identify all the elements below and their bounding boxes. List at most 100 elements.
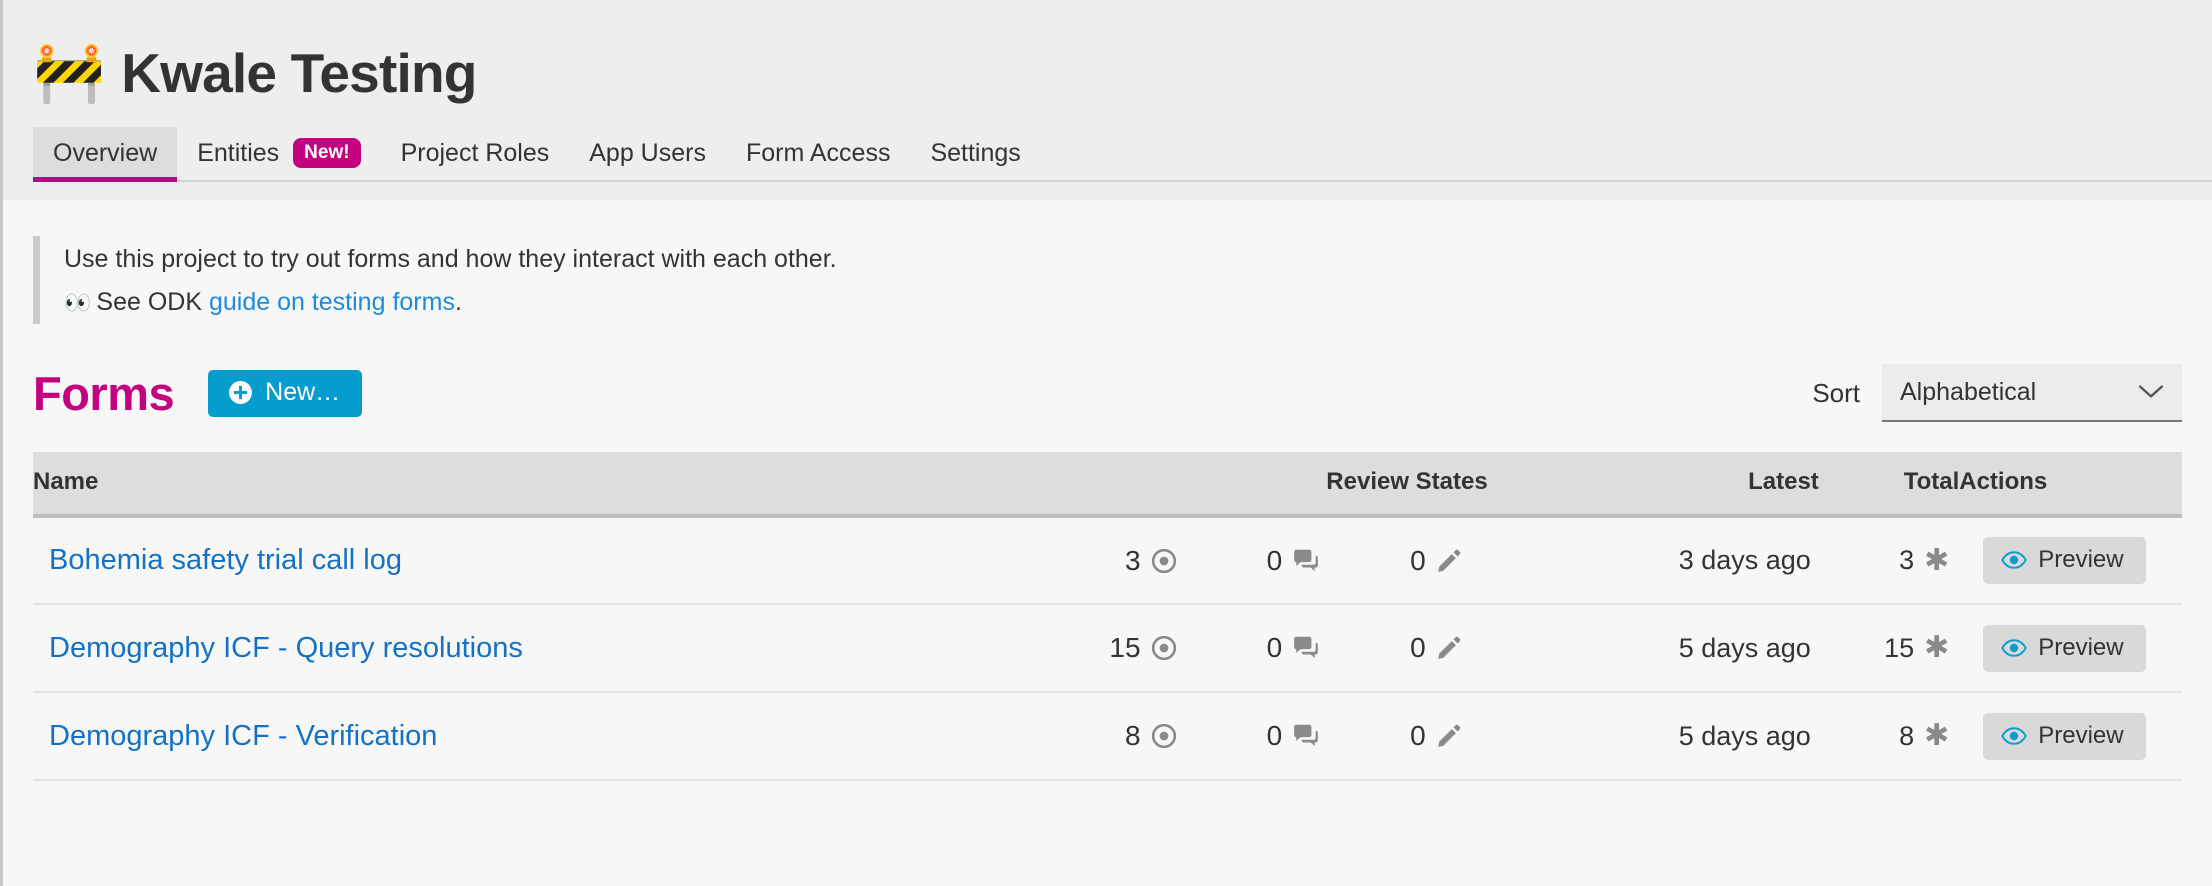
- page-content: Use this project to try out forms and ho…: [3, 236, 2212, 781]
- sort-control: Sort Alphabetical: [1812, 364, 2182, 422]
- plus-circle-icon: [228, 380, 253, 405]
- total-count: 8: [1899, 720, 1915, 751]
- received-count: 15: [1109, 632, 1141, 663]
- pencil-icon: [1436, 548, 1462, 574]
- banner-line-2-prefix: See ODK: [96, 288, 209, 316]
- tab-settings[interactable]: Settings: [910, 127, 1040, 182]
- preview-button[interactable]: Preview: [1983, 712, 2146, 760]
- project-title-row: 🚧 Kwale Testing: [3, 0, 2212, 120]
- sort-select[interactable]: Alphabetical: [1882, 364, 2182, 422]
- eye-icon: [2001, 550, 2028, 570]
- total-cell: 8 ✱: [1818, 692, 1960, 781]
- received-count: 3: [1124, 544, 1141, 576]
- total-count: 15: [1884, 632, 1915, 663]
- review-states-cell: 8 0 0: [885, 692, 1488, 781]
- dot-circle-icon: [1151, 723, 1177, 749]
- tab-form-access[interactable]: Form Access: [726, 127, 910, 182]
- dot-circle-icon: [1151, 635, 1177, 661]
- column-header-actions: Actions: [1959, 452, 2182, 518]
- form-name-cell: Bohemia safety trial call log: [33, 516, 886, 605]
- tab-project-roles[interactable]: Project Roles: [381, 127, 570, 182]
- total-cell: 15 ✱: [1818, 604, 1960, 693]
- form-link[interactable]: Demography ICF - Verification: [49, 720, 437, 752]
- new-badge: New!: [293, 138, 361, 168]
- actions-cell: Preview: [1959, 692, 2182, 781]
- tab-project-roles-label: Project Roles: [400, 139, 550, 167]
- dot-circle-icon: [1151, 548, 1177, 574]
- table-header-row: Name Review States Latest Total Actions: [33, 452, 2182, 518]
- has-issues-count: 0: [1266, 544, 1283, 576]
- new-form-button-label: New…: [265, 377, 341, 406]
- review-states-cell: 15 0 0: [885, 604, 1488, 693]
- asterisk-icon: ✱: [1924, 543, 1950, 577]
- chevron-down-icon: [2138, 384, 2164, 400]
- form-name-cell: Demography ICF - Verification: [33, 692, 886, 781]
- table-row: Demography ICF - Verification 8 0 0 5 da…: [33, 692, 2182, 781]
- tab-app-users[interactable]: App Users: [569, 127, 726, 182]
- preview-button-label: Preview: [2038, 633, 2124, 661]
- eye-icon: [2001, 726, 2028, 746]
- preview-button-label: Preview: [2038, 721, 2124, 749]
- preview-button[interactable]: Preview: [1983, 624, 2146, 672]
- tab-overview[interactable]: Overview: [33, 127, 178, 182]
- page-title: Kwale Testing: [121, 41, 477, 104]
- tab-entities-label: Entities: [197, 138, 280, 167]
- total-cell: 3 ✱: [1818, 516, 1960, 605]
- banner-line-2: 👀 See ODK guide on testing forms.: [64, 281, 837, 324]
- new-form-button[interactable]: New…: [208, 369, 363, 417]
- forms-table: Name Review States Latest Total Actions …: [33, 452, 2182, 781]
- review-states-cell: 3 0 0: [885, 516, 1488, 605]
- banner-line-2-suffix: .: [454, 288, 462, 316]
- sort-selected-value: Alphabetical: [1900, 377, 2037, 406]
- column-header-name[interactable]: Name: [33, 452, 886, 518]
- forms-table-body: Bohemia safety trial call log 3 0 0 3 da…: [33, 516, 2182, 781]
- tab-overview-label: Overview: [53, 139, 158, 167]
- tab-settings-label: Settings: [930, 139, 1021, 167]
- testing-forms-guide-link[interactable]: guide on testing forms: [209, 288, 455, 316]
- form-link[interactable]: Bohemia safety trial call log: [49, 544, 402, 576]
- eye-icon: [2001, 638, 2028, 658]
- banner-accent-bar: [33, 236, 40, 324]
- edited-count: 0: [1410, 720, 1426, 751]
- comments-icon: [1292, 635, 1320, 661]
- preview-button[interactable]: Preview: [1983, 537, 2146, 584]
- tab-form-access-label: Form Access: [745, 139, 891, 167]
- forms-toolbar: Forms New… Sort Alphabetical: [33, 364, 2182, 422]
- actions-cell: Preview: [1959, 516, 2182, 605]
- tab-entities[interactable]: Entities New!: [177, 126, 380, 182]
- total-count: 3: [1899, 545, 1915, 575]
- project-header: 🚧 Kwale Testing Overview Entities New! P…: [3, 0, 2212, 200]
- banner-text: Use this project to try out forms and ho…: [64, 236, 837, 324]
- forms-table-head: Name Review States Latest Total Actions: [33, 452, 2182, 518]
- latest-cell: 5 days ago: [1487, 692, 1819, 781]
- comments-icon: [1292, 548, 1320, 574]
- form-link[interactable]: Demography ICF - Query resolutions: [49, 632, 523, 664]
- project-overview-page: 🚧 Kwale Testing Overview Entities New! P…: [0, 0, 2212, 886]
- forms-heading: Forms: [33, 366, 175, 420]
- form-name-cell: Demography ICF - Query resolutions: [33, 604, 886, 693]
- column-header-latest[interactable]: Latest: [1487, 452, 1819, 518]
- table-row: Bohemia safety trial call log 3 0 0 3 da…: [33, 516, 2182, 605]
- tab-app-users-label: App Users: [589, 139, 706, 167]
- project-description-banner: Use this project to try out forms and ho…: [33, 236, 2182, 324]
- latest-cell: 5 days ago: [1487, 604, 1819, 693]
- preview-button-label: Preview: [2038, 546, 2124, 573]
- column-header-review-states: Review States: [885, 452, 1488, 518]
- construction-barrier-icon: 🚧: [33, 40, 106, 105]
- edited-count: 0: [1410, 632, 1426, 663]
- sort-label: Sort: [1812, 377, 1860, 408]
- asterisk-icon: ✱: [1924, 631, 1950, 664]
- edited-count: 0: [1410, 544, 1426, 576]
- has-issues-count: 0: [1266, 632, 1283, 663]
- has-issues-count: 0: [1266, 720, 1283, 751]
- project-nav-tabs: Overview Entities New! Project Roles App…: [3, 120, 2212, 182]
- comments-icon: [1292, 723, 1320, 749]
- table-row: Demography ICF - Query resolutions 15 0 …: [33, 604, 2182, 693]
- latest-cell: 3 days ago: [1487, 516, 1819, 605]
- eyes-icon: 👀: [64, 290, 92, 315]
- banner-line-1: Use this project to try out forms and ho…: [64, 245, 837, 273]
- pencil-icon: [1436, 635, 1462, 661]
- asterisk-icon: ✱: [1924, 719, 1950, 752]
- actions-cell: Preview: [1959, 604, 2182, 693]
- column-header-total[interactable]: Total: [1818, 452, 1960, 518]
